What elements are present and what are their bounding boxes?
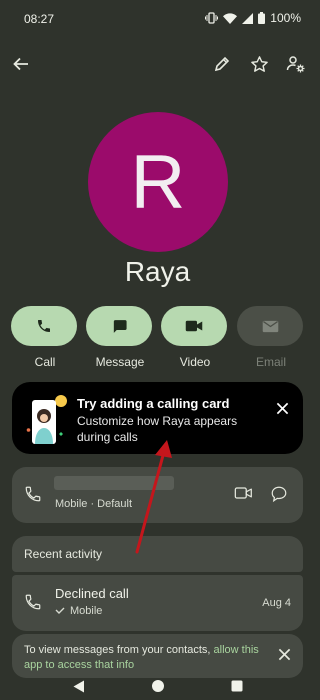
- recent-activity-item-title: Declined call: [55, 586, 129, 601]
- permission-banner-text: To view messages from your contacts, all…: [24, 643, 264, 673]
- calling-card-subtitle: Customize how Raya appears during calls: [77, 414, 238, 444]
- recent-activity-item[interactable]: Declined call Mobile Aug 4: [12, 575, 303, 631]
- battery-level: 100%: [270, 11, 301, 25]
- phone-icon: [25, 594, 41, 610]
- video-camera-icon[interactable]: [234, 486, 253, 500]
- pencil-icon[interactable]: [210, 52, 234, 76]
- recent-activity-header: Recent activity: [12, 536, 303, 572]
- calling-card-suggestion[interactable]: Try adding a calling card Customize how …: [12, 382, 303, 454]
- email-label: Email: [255, 355, 286, 369]
- video-camera-icon: [185, 320, 203, 332]
- phone-icon: [25, 486, 41, 502]
- recent-activity-item-date: Aug 4: [262, 597, 291, 609]
- permission-banner-message: To view messages from your contacts,: [24, 644, 214, 656]
- wifi-icon: [223, 12, 238, 24]
- status-bar: 08:27 100%: [0, 0, 315, 36]
- system-nav-bar: [0, 672, 315, 700]
- phone-icon: [38, 320, 50, 332]
- star-icon[interactable]: [247, 52, 271, 76]
- phone-number-redacted: [54, 476, 174, 490]
- calling-card-illustration-icon: [26, 392, 70, 446]
- recent-activity-item-subtitle: Mobile: [55, 605, 102, 617]
- contact-settings-icon[interactable]: [284, 52, 308, 76]
- call-action[interactable]: Call: [11, 306, 79, 369]
- close-icon[interactable]: [271, 397, 293, 419]
- nav-back-icon[interactable]: [71, 678, 87, 694]
- contact-avatar: R: [88, 112, 228, 252]
- calling-card-title: Try adding a calling card: [77, 396, 230, 411]
- nav-home-icon[interactable]: [150, 678, 166, 694]
- declined-call-icon: [55, 607, 65, 614]
- chat-bubble-icon: [113, 319, 127, 333]
- nav-recents-icon[interactable]: [229, 678, 245, 694]
- call-label: Call: [34, 355, 56, 369]
- email-action: Email: [237, 306, 305, 369]
- message-button[interactable]: [86, 306, 152, 346]
- phone-type: Mobile · Default: [55, 498, 133, 510]
- call-button[interactable]: [11, 306, 77, 346]
- close-icon[interactable]: [278, 648, 291, 661]
- phone-number-row[interactable]: Mobile · Default: [12, 467, 303, 523]
- video-label: Video: [179, 355, 211, 369]
- chat-bubble-icon[interactable]: [270, 485, 288, 503]
- email-icon: [262, 320, 278, 332]
- message-action[interactable]: Message: [86, 306, 154, 369]
- call-line-type: Mobile: [70, 605, 103, 617]
- status-icons: 100%: [205, 11, 301, 25]
- signal-icon: [242, 12, 254, 24]
- top-app-bar: [0, 44, 315, 84]
- contact-name: Raya: [124, 256, 191, 287]
- avatar-initial: R: [130, 139, 186, 225]
- battery-icon: [258, 12, 266, 24]
- status-time: 08:27: [24, 12, 55, 26]
- message-label: Message: [95, 355, 145, 369]
- recent-activity-title: Recent activity: [24, 547, 103, 561]
- back-arrow-icon[interactable]: [9, 52, 33, 76]
- quick-actions: Call Message Video Email: [0, 306, 315, 376]
- video-button[interactable]: [161, 306, 227, 346]
- vibrate-icon: [205, 12, 219, 24]
- video-action[interactable]: Video: [161, 306, 229, 369]
- email-button: [237, 306, 303, 346]
